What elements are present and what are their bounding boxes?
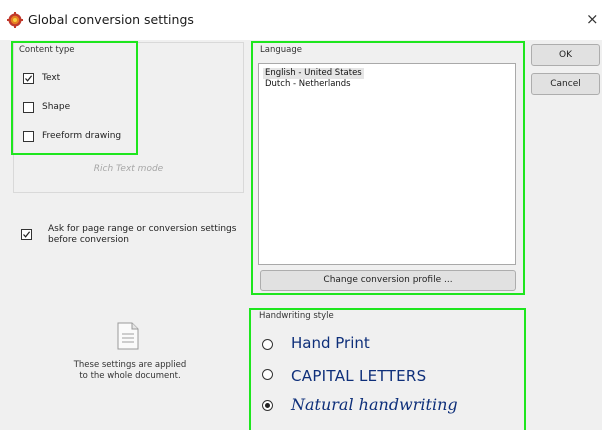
change-conversion-profile-button[interactable]: Change conversion profile ... (260, 270, 516, 291)
language-item-english[interactable]: English - United States (263, 68, 364, 79)
ask-page-range-label[interactable]: Ask for page range or conversion setting… (48, 224, 248, 246)
freeform-drawing-checkbox[interactable] (23, 131, 34, 142)
language-label: Language (260, 45, 302, 55)
check-icon (25, 75, 33, 82)
content-type-label: Content type (19, 45, 75, 55)
close-icon[interactable]: × (586, 10, 599, 28)
language-item-dutch[interactable]: Dutch - Netherlands (263, 79, 353, 90)
handwriting-style-label: Handwriting style (259, 311, 334, 321)
capital-letters-label[interactable]: CAPITAL LETTERS (291, 367, 426, 385)
shape-checkbox-label[interactable]: Shape (42, 102, 70, 113)
text-checkbox[interactable] (23, 73, 34, 84)
ask-line-1: Ask for page range or conversion setting… (48, 224, 237, 234)
ok-button[interactable]: OK (531, 44, 600, 66)
ask-page-range-checkbox[interactable] (21, 229, 32, 240)
natural-handwriting-label[interactable]: Natural handwriting (291, 396, 458, 414)
info-line-2: to the whole document. (79, 371, 181, 381)
language-listbox[interactable]: English - United States Dutch - Netherla… (258, 63, 516, 265)
title-bar: Global conversion settings × (0, 0, 602, 40)
natural-handwriting-radio[interactable] (262, 400, 273, 411)
hand-print-label[interactable]: Hand Print (291, 334, 370, 352)
hand-print-radio[interactable] (262, 339, 273, 350)
capital-letters-radio[interactable] (262, 369, 273, 380)
shape-checkbox[interactable] (23, 102, 34, 113)
freeform-drawing-checkbox-label[interactable]: Freeform drawing (42, 131, 121, 142)
radio-selected-dot (265, 403, 270, 408)
check-icon (23, 231, 31, 238)
info-text: These settings are applied to the whole … (60, 360, 200, 382)
document-icon (117, 322, 139, 350)
info-line-1: These settings are applied (73, 360, 187, 370)
ask-line-2: before conversion (48, 235, 129, 245)
rich-text-mode-label: Rich Text mode (93, 164, 164, 174)
app-gear-icon (7, 12, 23, 28)
cancel-button[interactable]: Cancel (531, 73, 600, 95)
text-checkbox-label[interactable]: Text (42, 73, 60, 84)
window-title: Global conversion settings (28, 12, 194, 27)
